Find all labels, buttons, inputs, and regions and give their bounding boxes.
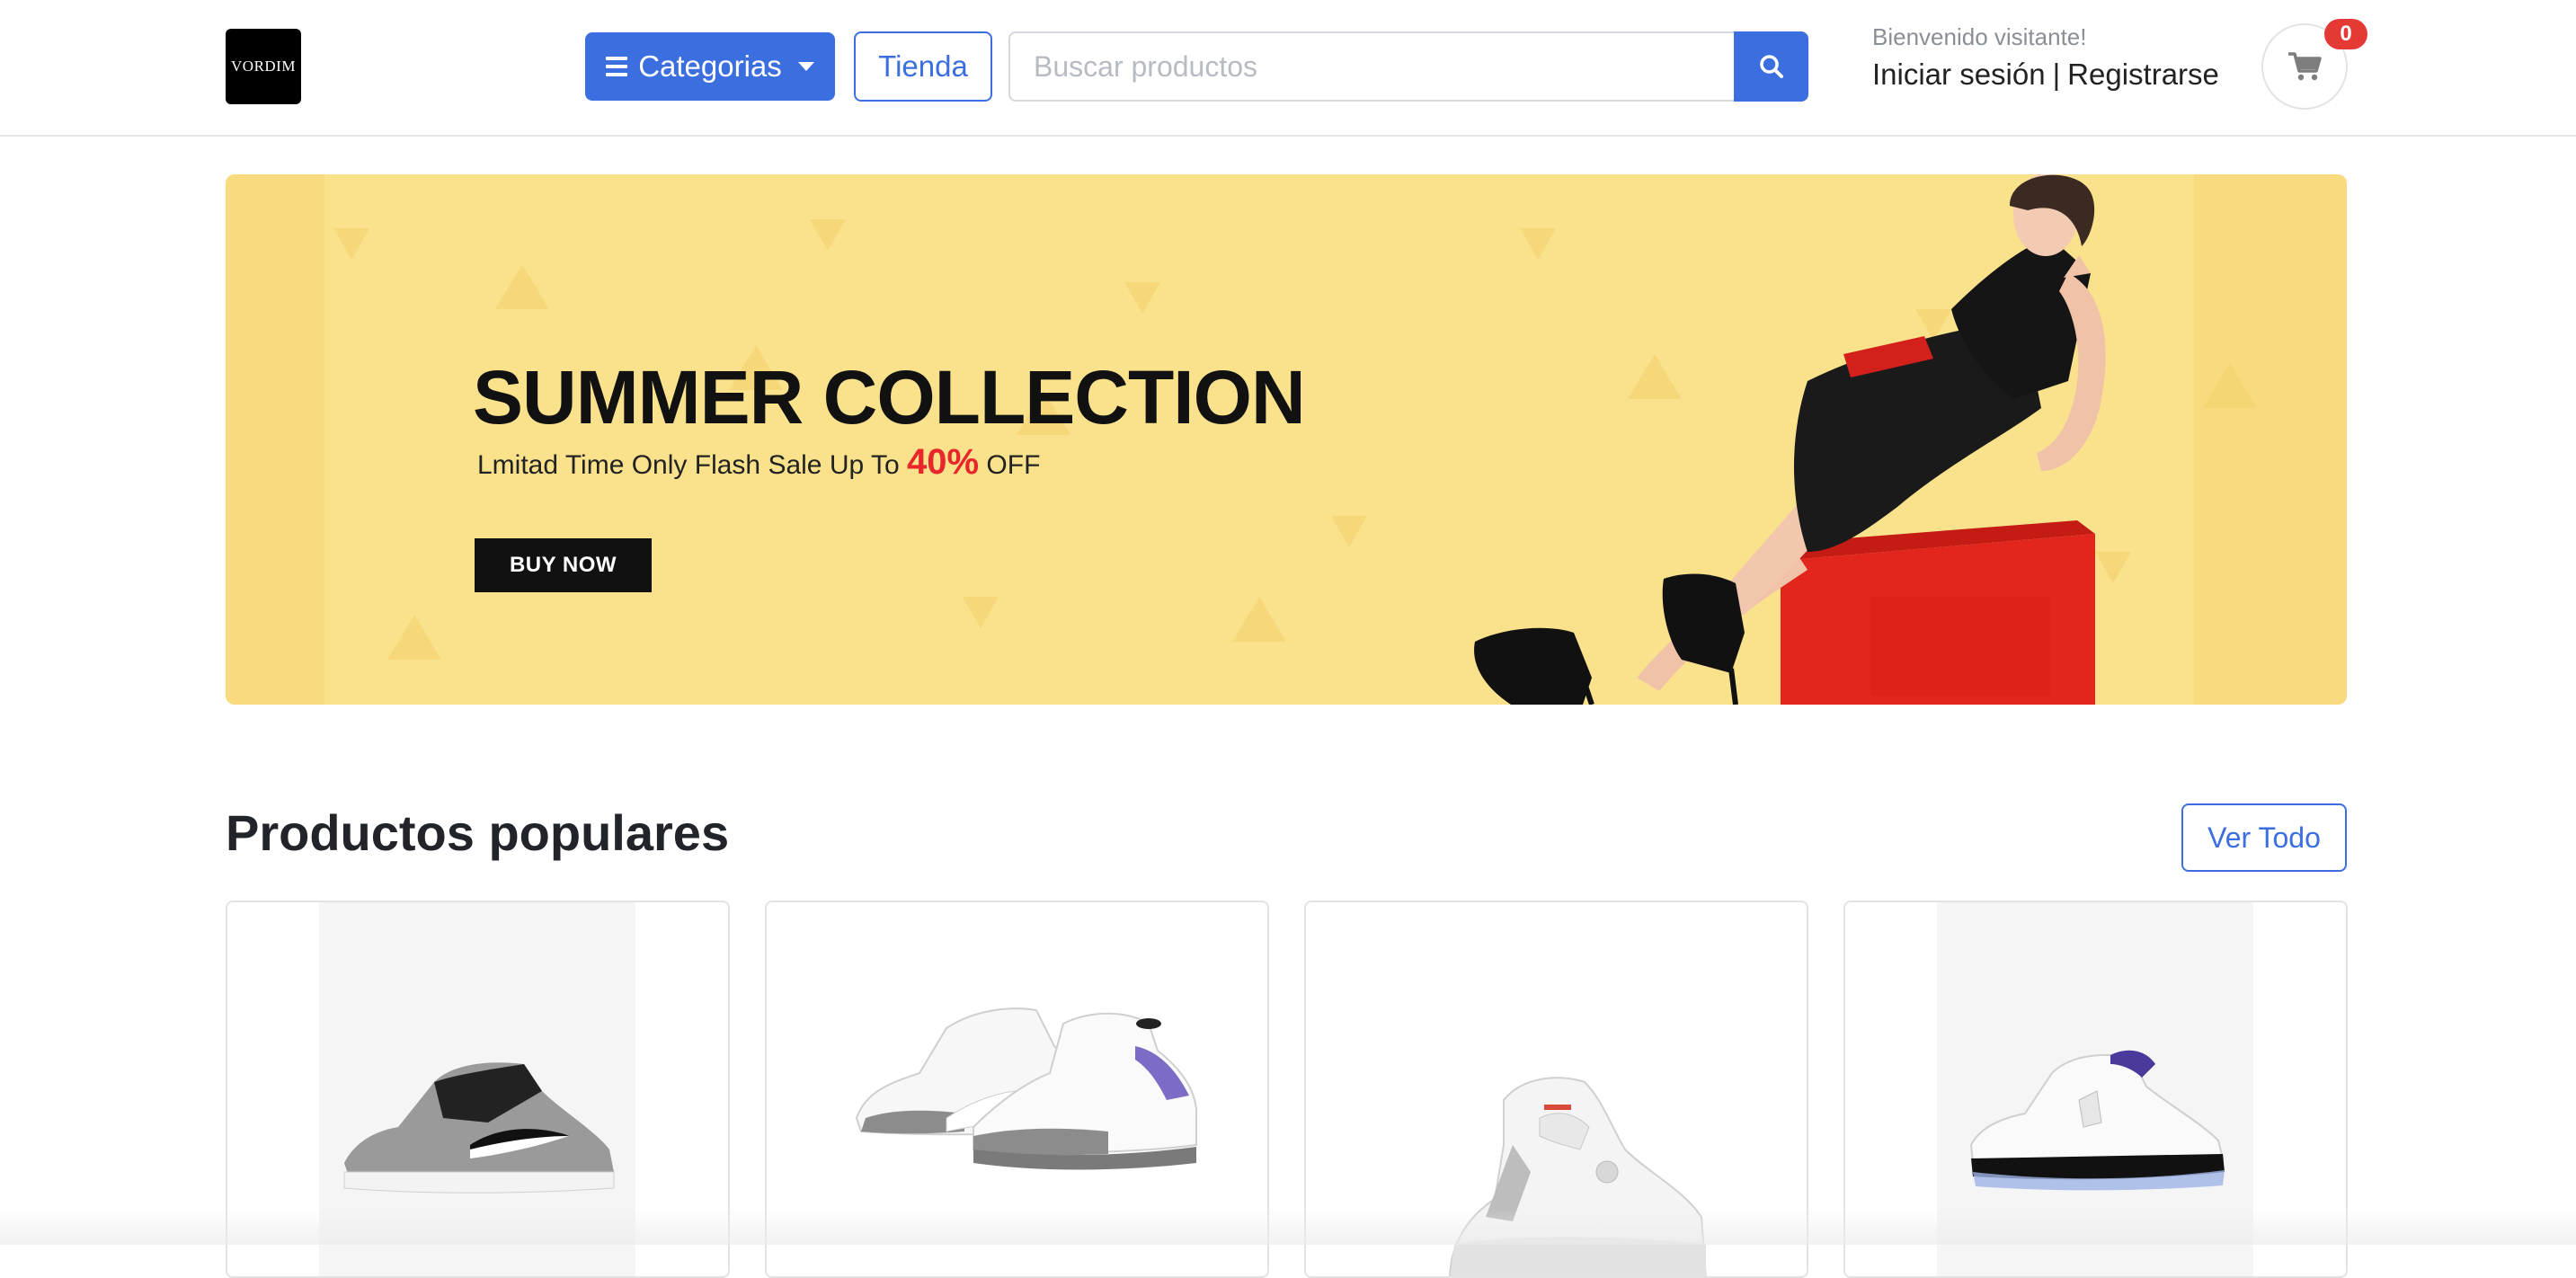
menu-icon <box>606 57 628 76</box>
sneaker-gray-black-icon <box>343 1062 615 1194</box>
banner-subtitle-prefix: Lmitad Time Only Flash Sale Up To <box>477 450 900 480</box>
viewport-bottom-shadow <box>0 1209 2576 1245</box>
sneaker-white-gray-icon <box>1449 1077 1707 1276</box>
sneaker-white-black-icon <box>1969 1050 2225 1191</box>
shop-label: Tienda <box>878 49 968 83</box>
auth-separator: | <box>2052 58 2061 91</box>
cart-count-badge: 0 <box>2324 19 2367 49</box>
brand-logo[interactable]: VORDIM <box>226 29 301 104</box>
buy-now-label: BUY NOW <box>509 553 617 577</box>
register-link[interactable]: Registrarse <box>2067 58 2219 92</box>
buy-now-button[interactable]: BUY NOW <box>475 538 652 592</box>
promo-banner[interactable]: SUMMER COLLECTION Lmitad Time Only Flash… <box>226 174 2347 705</box>
shop-button[interactable]: Tienda <box>854 31 992 102</box>
banner-model-image <box>1474 174 2106 705</box>
banner-title: SUMMER COLLECTION <box>473 355 1306 439</box>
section-title: Productos populares <box>226 804 730 861</box>
search-button[interactable] <box>1734 31 1808 102</box>
search-input[interactable] <box>1008 31 1734 102</box>
categories-label: Categorias <box>638 49 782 83</box>
brand-logo-text: VORDIM <box>231 58 296 75</box>
welcome-text: Bienvenido visitante! <box>1872 23 2087 50</box>
banner-subtitle: Lmitad Time Only Flash Sale Up To 40% OF… <box>477 442 1040 483</box>
banner-discount: 40% <box>907 442 980 482</box>
categories-dropdown-button[interactable]: Categorias <box>585 32 835 101</box>
caret-down-icon <box>797 62 814 71</box>
view-all-label: Ver Todo <box>2207 821 2321 854</box>
cart-icon <box>2288 52 2322 81</box>
top-navbar: VORDIM Categorias Tienda Bienvenido visi… <box>0 0 2576 137</box>
search-icon <box>1759 55 1783 78</box>
login-link[interactable]: Iniciar sesión <box>1872 58 2046 92</box>
auth-links: Iniciar sesión | Registrarse <box>1872 58 2219 92</box>
view-all-button[interactable]: Ver Todo <box>2181 803 2347 872</box>
search-bar <box>1008 31 1808 102</box>
sneaker-white-purple-icon <box>855 1007 1197 1170</box>
banner-subtitle-suffix: OFF <box>986 450 1041 480</box>
